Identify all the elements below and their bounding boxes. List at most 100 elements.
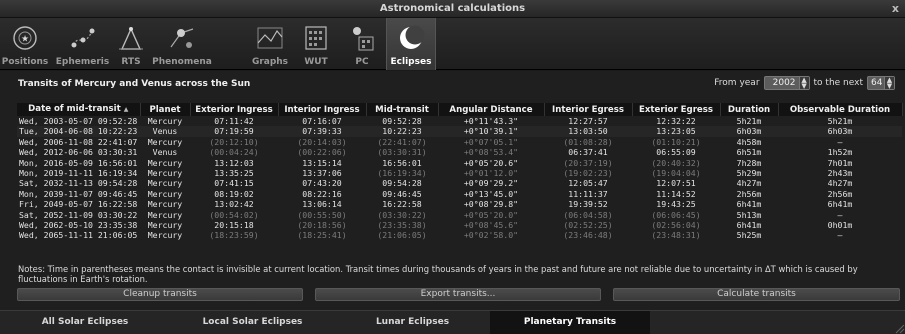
tab-lunar-eclipses[interactable]: Lunar Eclipses [335, 311, 490, 334]
duration-cell: 7h28m [736, 157, 762, 168]
close-icon[interactable]: x [892, 0, 899, 18]
exterior-egress-cell: (02:56:04) [651, 220, 701, 231]
next-count-stepper[interactable]: 64 ▲ ▼ [867, 76, 895, 90]
tab-wut[interactable]: WUT [298, 18, 334, 70]
table-row[interactable]: Wed, 2003-05-07 09:52:28 Mercury 07:11:42 0… [17, 116, 902, 126]
exterior-egress-cell: (01:10:21) [651, 136, 701, 147]
table-row[interactable]: Sat, 2052-11-09 03:30:22 Mercury (00:54:02… [17, 210, 902, 220]
tab-pc[interactable]: PC [343, 18, 381, 70]
interior-ingress-cell: 13:15:14 [302, 157, 342, 168]
exterior-ingress-cell: (00:54:02) [209, 209, 259, 220]
table-row[interactable]: Mon, 2019-11-11 16:19:34 Mercury 13:35:25 1… [17, 168, 902, 178]
angular-distance-cell: +0°08'29.8" [463, 199, 519, 210]
interior-ingress-cell: 13:37:06 [302, 168, 342, 179]
mid-transit-cell: 09:52:28 [382, 116, 422, 126]
interior-egress-cell: 12:05:47 [568, 178, 608, 189]
calc-toolbar: ★ Positions Ephemeris RTS Phenomena Grap… [0, 18, 905, 70]
tab-label: RTS [121, 57, 141, 67]
col-header[interactable]: Duration [720, 103, 779, 116]
exterior-ingress-cell: 07:41:15 [214, 178, 254, 189]
tab-eclipses[interactable]: Eclipses [386, 18, 436, 70]
transits-header: Transits of Mercury and Venus across the… [0, 71, 905, 95]
next-count-value[interactable]: 64 [868, 78, 884, 88]
duration-cell: 5h25m [736, 230, 762, 241]
tab-local-solar-eclipses[interactable]: Local Solar Eclipses [170, 311, 335, 334]
planet-cell: Venus [140, 126, 190, 137]
calculate-transits-button[interactable]: Calculate transits [613, 288, 900, 301]
cleanup-transits-button[interactable]: Cleanup transits [17, 288, 303, 301]
interior-egress-cell: (19:02:23) [563, 168, 613, 179]
col-header[interactable]: Angular Distance [438, 103, 545, 116]
date-cell: Wed, 2062-05-10 23:35:38 [19, 220, 138, 231]
col-header[interactable]: Planet [140, 103, 191, 116]
tab-label: Positions [1, 57, 49, 67]
angular-distance-cell: +0°08'53.4" [463, 147, 519, 158]
tab-planetary-transits[interactable]: Planetary Transits [490, 311, 650, 334]
tab-graphs[interactable]: Graphs [250, 18, 290, 70]
planet-cell: Mercury [147, 168, 183, 179]
table-row[interactable]: Tue, 2004-06-08 10:22:23 Venus 07:19:59 07:… [17, 126, 902, 137]
tab-ephemeris[interactable]: Ephemeris [55, 18, 110, 70]
col-header[interactable]: Exterior Ingress [190, 103, 279, 116]
interior-egress-cell: 19:39:52 [568, 199, 608, 210]
col-header[interactable]: Interior Ingress [278, 103, 367, 116]
exterior-ingress-cell: 13:12:03 [214, 157, 254, 168]
table-row[interactable]: Sat, 2032-11-13 09:54:28 Mercury 07:41:15 0… [17, 178, 902, 188]
date-cell: Mon, 2039-11-07 09:46:45 [19, 188, 138, 199]
interior-egress-cell: (20:37:19) [563, 157, 613, 168]
exterior-ingress-cell: (00:04:24) [209, 147, 259, 158]
date-cell: Sat, 2052-11-09 03:30:22 [19, 209, 138, 220]
observable-duration-cell: 5h21m [827, 116, 853, 126]
observable-duration-cell: — [837, 136, 843, 147]
exterior-egress-cell: 12:32:22 [656, 116, 696, 126]
table-row[interactable]: Wed, 2065-11-11 21:06:05 Mercury (18:23:59… [17, 230, 902, 240]
table-row[interactable]: Mon, 2016-05-09 16:56:01 Mercury 13:12:03 1… [17, 158, 902, 168]
exterior-ingress-cell: 08:19:02 [214, 188, 254, 199]
col-header[interactable]: Exterior Egress [632, 103, 721, 116]
tab-rts[interactable]: RTS [115, 18, 147, 70]
table-row[interactable]: Wed, 2006-11-08 22:41:07 Mercury (20:12:10… [17, 137, 902, 147]
table-row[interactable]: Wed, 2062-05-10 23:35:38 Mercury 20:15:18 (… [17, 220, 902, 230]
duration-cell: 6h41m [736, 199, 762, 210]
interior-egress-cell: (02:52:25) [563, 220, 613, 231]
angular-distance-cell: +0°13'45.0" [463, 188, 519, 199]
tab-phenomena[interactable]: Phenomena [152, 18, 212, 70]
exterior-ingress-cell: 07:19:59 [190, 126, 278, 137]
from-year-value[interactable]: 2002 [765, 78, 799, 88]
interior-egress-cell: (06:04:58) [563, 209, 613, 220]
from-year-stepper[interactable]: 2002 ▲ ▼ [763, 76, 810, 90]
from-year-label: From year [714, 78, 760, 88]
ephemeris-icon [55, 22, 110, 54]
exterior-ingress-cell: 13:02:42 [214, 199, 254, 210]
exterior-egress-cell: 13:23:05 [632, 126, 720, 137]
mid-transit-cell: (23:35:38) [377, 220, 427, 231]
duration-cell: 4h27m [736, 178, 762, 189]
mid-transit-cell: (22:41:07) [377, 136, 427, 147]
interior-egress-cell: 13:03:50 [544, 126, 632, 137]
svg-text:★: ★ [21, 35, 29, 45]
table-row[interactable]: Mon, 2039-11-07 09:46:45 Mercury 08:19:02 0… [17, 189, 902, 199]
action-buttons: Cleanup transits Export transits... Calc… [17, 288, 902, 301]
resize-grip-icon[interactable] [895, 324, 905, 334]
export-transits-button[interactable]: Export transits... [315, 288, 601, 301]
stepper-arrows-icon[interactable]: ▲ ▼ [798, 77, 809, 90]
tab-positions[interactable]: ★ Positions [0, 18, 50, 70]
col-header[interactable]: Mid-transit [366, 103, 439, 116]
duration-cell: 6h03m [720, 126, 778, 137]
date-cell: Tue, 2004-06-08 10:22:23 [17, 126, 140, 137]
mid-transit-cell: (03:30:31) [377, 147, 427, 158]
exterior-egress-cell: (20:40:32) [651, 157, 701, 168]
table-row[interactable]: Fri, 2049-05-07 16:22:58 Mercury 13:02:42 1… [17, 199, 902, 209]
col-header[interactable]: Date of mid-transit ▲ [17, 103, 141, 116]
col-header[interactable]: Interior Egress [544, 103, 633, 116]
planet-cell: Mercury [147, 178, 183, 189]
observable-duration-cell: 7h01m [827, 157, 853, 168]
mid-transit-cell: 16:22:58 [382, 199, 422, 210]
table-row[interactable]: Wed, 2012-06-06 03:30:31 Venus (00:04:24) (… [17, 147, 902, 157]
col-header[interactable]: Observable Duration [778, 103, 903, 116]
exterior-ingress-cell: 07:11:42 [214, 116, 254, 126]
stepper-arrows-icon[interactable]: ▲ ▼ [884, 77, 894, 90]
notes-text: Notes: Time in parentheses means the con… [18, 264, 858, 285]
tab-all-solar-eclipses[interactable]: All Solar Eclipses [0, 311, 170, 334]
interior-egress-cell: 12:27:57 [568, 116, 608, 126]
